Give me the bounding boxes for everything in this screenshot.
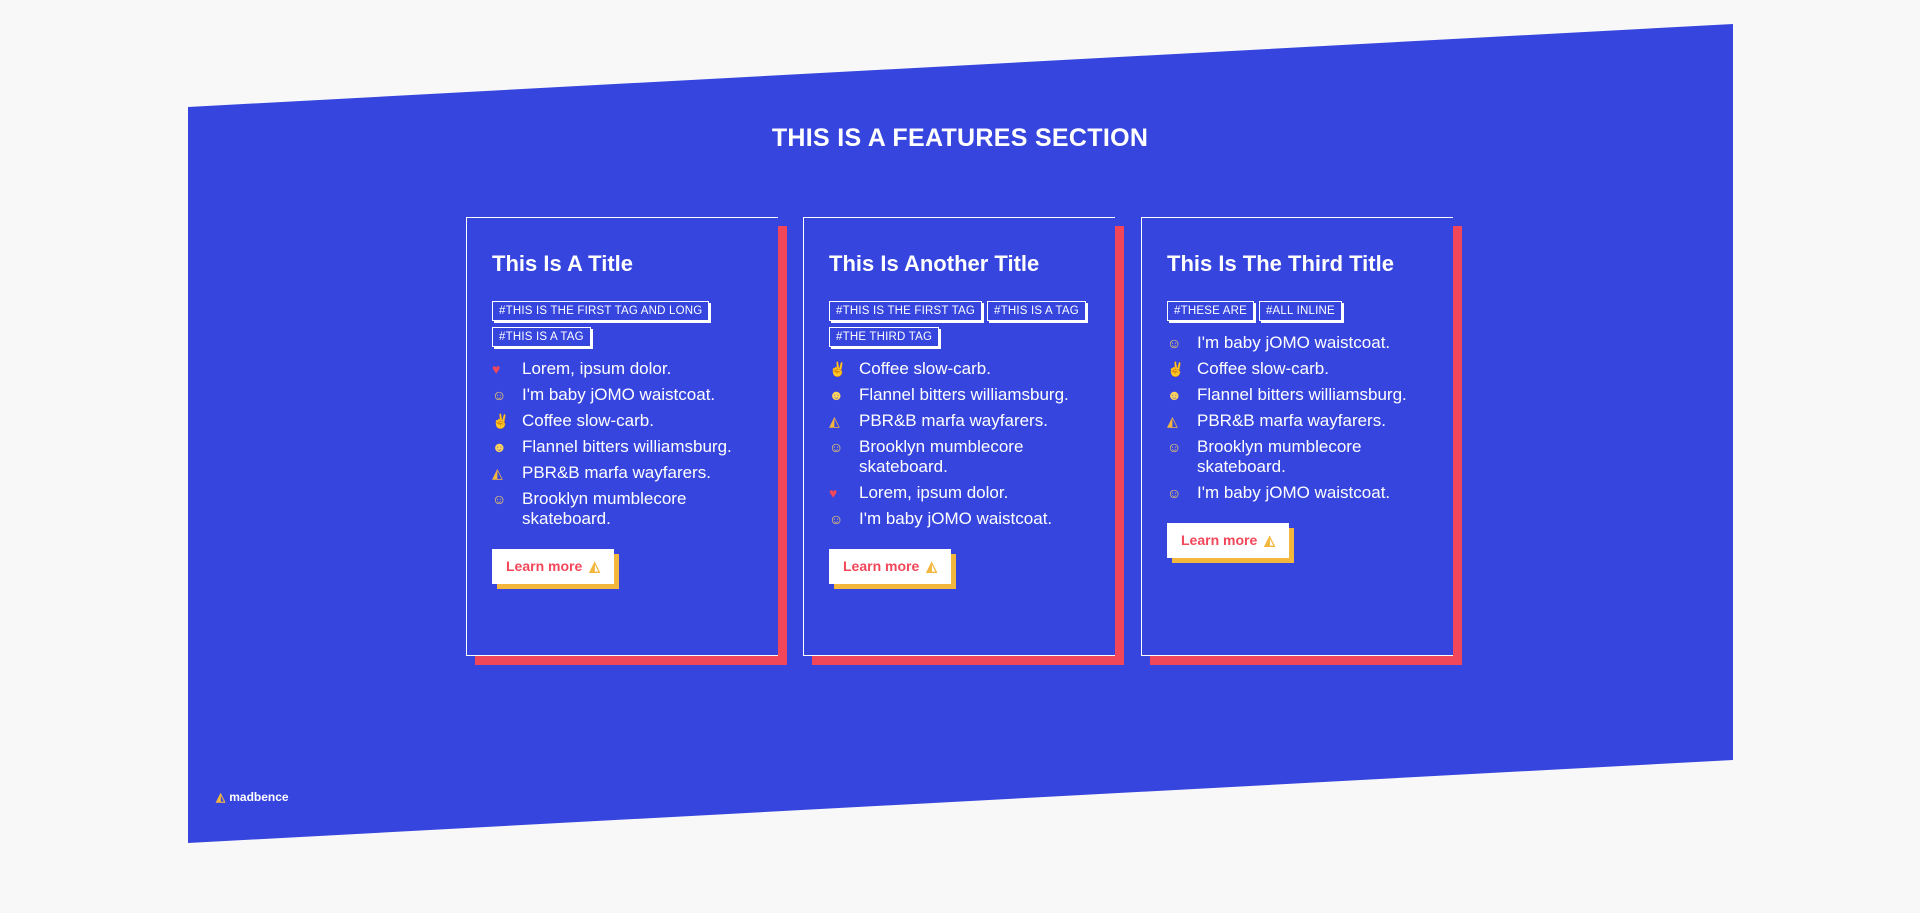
list-item: ◭ PBR&B marfa wayfarers. xyxy=(492,463,758,483)
list-item-text: Brooklyn mumblecore skateboard. xyxy=(859,437,1024,476)
grinning-face-icon: ☺ xyxy=(1167,485,1182,501)
list-item: ☺ Brooklyn mumblecore skateboard. xyxy=(492,489,758,529)
list-item-text: Coffee slow-carb. xyxy=(1197,359,1329,378)
list-item-text: I'm baby jOMO waistcoat. xyxy=(1197,333,1391,352)
ok-hand-icon: ✌ xyxy=(829,361,847,377)
learn-more-button[interactable]: Learn more ◭ xyxy=(829,549,952,584)
tag-list: #THIS IS THE FIRST TAG AND LONG #THIS IS … xyxy=(492,301,758,347)
feature-card: This Is A Title #THIS IS THE FIRST TAG AN… xyxy=(466,217,778,656)
list-item: ☺ I'm baby jOMO waistcoat. xyxy=(1167,333,1433,353)
list-item-text: Flannel bitters williamsburg. xyxy=(522,437,732,456)
tag[interactable]: #ALL INLINE xyxy=(1258,301,1342,321)
list-item: ♥ Lorem, ipsum dolor. xyxy=(492,359,758,379)
star-eyes-face-icon: ☻ xyxy=(492,439,507,455)
list-item: ☺ I'm baby jOMO waistcoat. xyxy=(492,385,758,405)
card-title: This Is Another Title xyxy=(829,251,1040,276)
star-eyes-face-icon: ☻ xyxy=(829,387,844,403)
list-item: ☻ Flannel bitters williamsburg. xyxy=(1167,385,1433,405)
grinning-face-icon: ☺ xyxy=(1167,439,1182,455)
list-item-text: I'm baby jOMO waistcoat. xyxy=(522,385,716,404)
tag[interactable]: #THIS IS A TAG xyxy=(492,327,591,347)
card-title: This Is The Third Title xyxy=(1167,251,1394,276)
learn-more-label: Learn more xyxy=(843,558,920,574)
pizza-icon: ◭ xyxy=(1264,532,1276,548)
section-title: THIS IS A FEATURES SECTION xyxy=(771,124,1149,152)
list-item: ☺ Brooklyn mumblecore skateboard. xyxy=(829,437,1095,477)
list-item-text: Coffee slow-carb. xyxy=(859,359,991,378)
list-item-text: Coffee slow-carb. xyxy=(522,411,654,430)
list-item-text: Lorem, ipsum dolor. xyxy=(522,359,672,378)
list-item: ✌ Coffee slow-carb. xyxy=(492,411,758,431)
feature-card: This Is The Third Title #THESE ARE #ALL IN… xyxy=(1141,217,1453,656)
feature-list: ☺ I'm baby jOMO waistcoat. ✌ Coffee slow-ca… xyxy=(1167,333,1433,503)
heart-icon: ♥ xyxy=(492,361,501,377)
list-item: ☺ I'm baby jOMO waistcoat. xyxy=(829,509,1095,529)
tag-list: #THIS IS THE FIRST TAG #THIS IS A TAG #THE… xyxy=(829,301,1095,347)
brand-name: madbence xyxy=(229,790,289,804)
pizza-icon: ◭ xyxy=(1167,413,1178,429)
pizza-icon: ◭ xyxy=(589,558,601,574)
feature-card-content: This Is A Title #THIS IS THE FIRST TAG AN… xyxy=(492,253,758,584)
list-item-text: PBR&B marfa wayfarers. xyxy=(1197,411,1386,430)
grinning-face-icon: ☺ xyxy=(492,491,507,507)
learn-more-button[interactable]: Learn more ◭ xyxy=(492,549,615,584)
pizza-icon: ◭ xyxy=(492,465,503,481)
brand[interactable]: ◭ madbence xyxy=(216,790,289,804)
grinning-face-icon: ☺ xyxy=(492,387,507,403)
tag[interactable]: #THIS IS A TAG xyxy=(987,301,1086,321)
tag[interactable]: #THESE ARE xyxy=(1167,301,1254,321)
list-item: ☻ Flannel bitters williamsburg. xyxy=(829,385,1095,405)
grinning-face-icon: ☺ xyxy=(829,439,844,455)
list-item: ☺ Brooklyn mumblecore skateboard. xyxy=(1167,437,1433,477)
list-item-text: Lorem, ipsum dolor. xyxy=(859,483,1009,502)
list-item-text: Brooklyn mumblecore skateboard. xyxy=(1197,437,1362,476)
list-item-text: Brooklyn mumblecore skateboard. xyxy=(522,489,687,528)
list-item-text: Flannel bitters williamsburg. xyxy=(859,385,1069,404)
learn-more-label: Learn more xyxy=(1181,532,1258,548)
grinning-face-icon: ☺ xyxy=(1167,335,1182,351)
tag[interactable]: #THIS IS THE FIRST TAG AND LONG xyxy=(492,301,710,321)
list-item: ✌ Coffee slow-carb. xyxy=(829,359,1095,379)
list-item-text: PBR&B marfa wayfarers. xyxy=(522,463,711,482)
list-item-text: I'm baby jOMO waistcoat. xyxy=(1197,483,1391,502)
learn-more-label: Learn more xyxy=(506,558,583,574)
heart-icon: ♥ xyxy=(829,485,838,501)
feature-card-content: This Is The Third Title #THESE ARE #ALL IN… xyxy=(1167,253,1433,558)
list-item-text: Flannel bitters williamsburg. xyxy=(1197,385,1407,404)
grinning-face-icon: ☺ xyxy=(829,511,844,527)
feature-list: ✌ Coffee slow-carb. ☻ Flannel bitters willi… xyxy=(829,359,1095,529)
feature-card: This Is Another Title #THIS IS THE FIRST … xyxy=(803,217,1115,656)
tag-list: #THESE ARE #ALL INLINE xyxy=(1167,301,1433,321)
feature-list: ♥ Lorem, ipsum dolor. ☺ I'm baby jOMO waist… xyxy=(492,359,758,529)
feature-card-content: This Is Another Title #THIS IS THE FIRST … xyxy=(829,253,1095,584)
ok-hand-icon: ✌ xyxy=(492,413,510,429)
list-item: ♥ Lorem, ipsum dolor. xyxy=(829,483,1095,503)
pizza-icon: ◭ xyxy=(216,790,226,804)
star-eyes-face-icon: ☻ xyxy=(1167,387,1182,403)
pizza-icon: ◭ xyxy=(829,413,840,429)
list-item: ◭ PBR&B marfa wayfarers. xyxy=(1167,411,1433,431)
list-item: ☻ Flannel bitters williamsburg. xyxy=(492,437,758,457)
list-item-text: I'm baby jOMO waistcoat. xyxy=(859,509,1053,528)
list-item: ☺ I'm baby jOMO waistcoat. xyxy=(1167,483,1433,503)
card-title: This Is A Title xyxy=(492,251,633,276)
ok-hand-icon: ✌ xyxy=(1167,361,1185,377)
learn-more-button[interactable]: Learn more ◭ xyxy=(1167,523,1290,558)
list-item: ◭ PBR&B marfa wayfarers. xyxy=(829,411,1095,431)
list-item: ✌ Coffee slow-carb. xyxy=(1167,359,1433,379)
list-item-text: PBR&B marfa wayfarers. xyxy=(859,411,1048,430)
tag[interactable]: #THE THIRD TAG xyxy=(829,327,940,347)
tag[interactable]: #THIS IS THE FIRST TAG xyxy=(829,301,983,321)
pizza-icon: ◭ xyxy=(926,558,938,574)
